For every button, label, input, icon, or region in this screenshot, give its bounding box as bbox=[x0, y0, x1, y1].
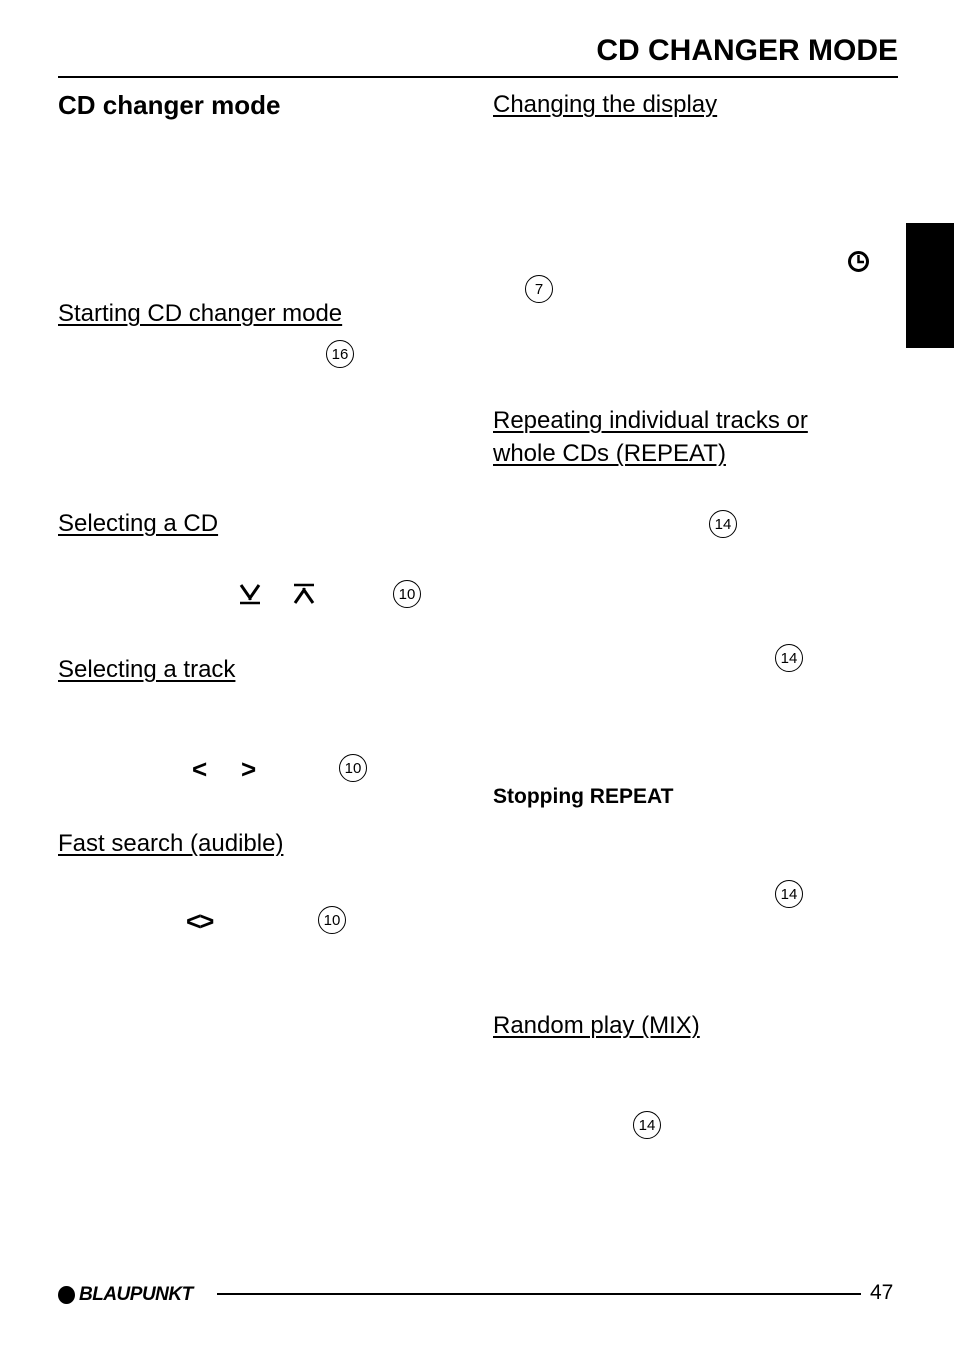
callout-number: 7 bbox=[525, 275, 553, 303]
callout-number: 10 bbox=[393, 580, 421, 608]
brand-logo: BLAUPUNKT bbox=[58, 1284, 193, 1306]
heading-changing-the-display: Changing the display bbox=[493, 91, 718, 118]
callout-number: 14 bbox=[775, 880, 803, 908]
callout-number: 10 bbox=[339, 754, 367, 782]
heading-random-play: Random play (MIX) bbox=[493, 1012, 700, 1039]
footer-divider bbox=[217, 1293, 861, 1295]
heading-repeat: Repeating individual tracks or whole CDs… bbox=[493, 407, 808, 467]
subheading-stopping-repeat: Stopping REPEAT bbox=[493, 785, 674, 808]
clock-icon bbox=[847, 250, 870, 278]
skip-up-icon bbox=[292, 583, 316, 610]
callout-number: 14 bbox=[709, 510, 737, 538]
previous-track-icon: < bbox=[192, 754, 208, 784]
callout-number: 14 bbox=[775, 644, 803, 672]
chapter-tab-marker bbox=[906, 223, 954, 348]
fast-search-icon: <> bbox=[186, 906, 214, 936]
skip-down-icon bbox=[238, 583, 262, 610]
callout-number: 14 bbox=[633, 1111, 661, 1139]
heading-fast-search: Fast search (audible) bbox=[58, 830, 284, 857]
heading-selecting-a-cd: Selecting a CD bbox=[58, 510, 219, 537]
brand-name: BLAUPUNKT bbox=[79, 1284, 193, 1305]
section-title: CD changer mode bbox=[58, 90, 281, 120]
heading-starting-cd-changer-mode: Starting CD changer mode bbox=[58, 300, 343, 327]
heading-selecting-a-track: Selecting a track bbox=[58, 656, 236, 683]
page-header-title: CD CHANGER MODE bbox=[596, 34, 898, 67]
callout-number: 16 bbox=[326, 340, 354, 368]
page-header: CD CHANGER MODE bbox=[58, 32, 898, 78]
page-number: 47 bbox=[870, 1281, 894, 1304]
callout-number: 10 bbox=[318, 906, 346, 934]
logo-dot-icon bbox=[58, 1286, 75, 1304]
next-track-icon: > bbox=[241, 754, 257, 784]
